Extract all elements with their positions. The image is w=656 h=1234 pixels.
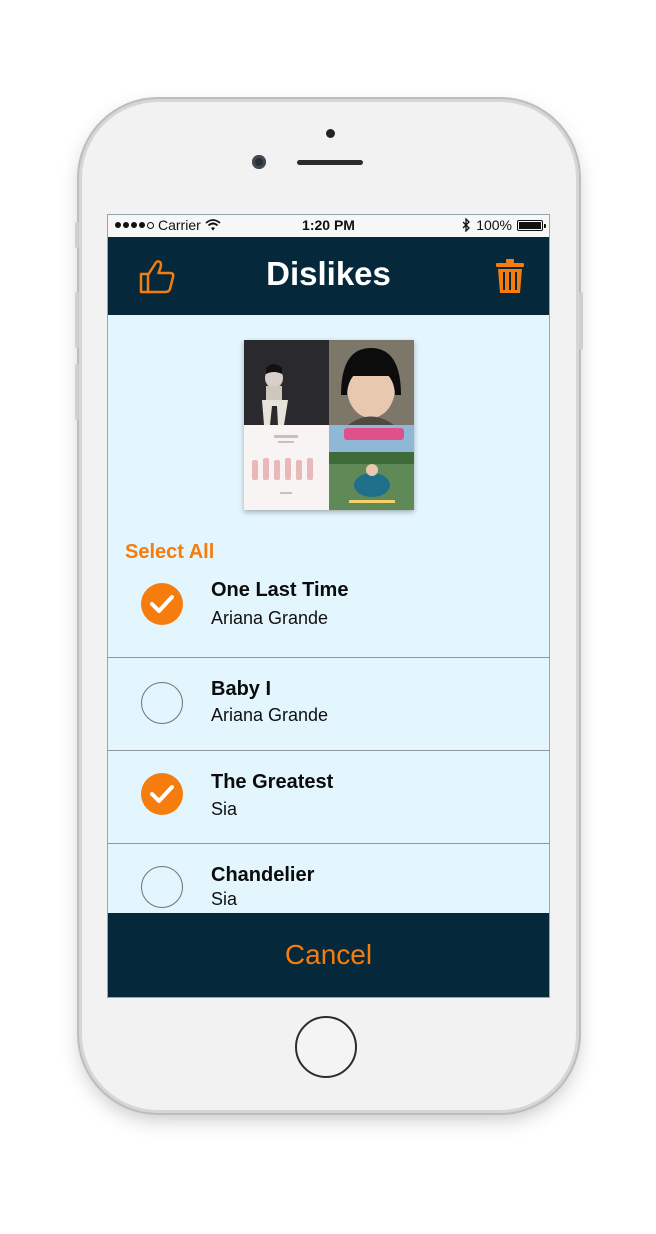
song-title: Baby I (211, 678, 272, 700)
song-title: The Greatest (211, 771, 334, 793)
song-artist: Ariana Grande (211, 705, 329, 725)
power-button (579, 292, 583, 350)
page-title: Dislikes (266, 255, 391, 292)
nav-bar: Dislikes (108, 237, 549, 315)
proximity-sensor (326, 129, 335, 138)
checkmark-icon (150, 595, 174, 613)
select-all-link[interactable]: Select All (125, 541, 214, 564)
volume-up-button (75, 292, 79, 348)
song-title: One Last Time (211, 579, 349, 601)
song-row[interactable]: One Last Time Ariana Grande (108, 565, 549, 658)
album-art-collage (244, 340, 414, 510)
bluetooth-icon (462, 218, 471, 232)
home-button[interactable] (295, 1016, 357, 1078)
front-camera (252, 155, 266, 169)
checkmark-icon (150, 785, 174, 803)
song-title: Chandelier (211, 864, 315, 886)
song-row[interactable]: The Greatest Sia (108, 751, 549, 844)
song-artist: Sia (211, 799, 238, 819)
unselected-checkbox[interactable] (141, 866, 183, 908)
app-screen: Carrier 1:20 PM 100% Dislikes Select All… (107, 214, 550, 998)
song-list: One Last Time Ariana Grande Baby I Arian… (108, 565, 549, 936)
battery-status: 100% (462, 217, 546, 233)
song-artist: Sia (211, 889, 238, 909)
cancel-bar[interactable]: Cancel (108, 913, 549, 997)
volume-down-button (75, 364, 79, 420)
status-bar: Carrier 1:20 PM 100% (108, 215, 549, 237)
selected-checkbox[interactable] (141, 773, 183, 815)
trash-icon[interactable] (495, 258, 525, 294)
earpiece-speaker (297, 160, 363, 165)
song-artist: Ariana Grande (211, 608, 329, 628)
mute-switch (75, 222, 79, 248)
battery-icon (517, 219, 546, 231)
battery-percent: 100% (476, 217, 512, 233)
cancel-button[interactable]: Cancel (285, 939, 372, 971)
song-row[interactable]: Baby I Ariana Grande (108, 658, 549, 751)
unselected-checkbox[interactable] (141, 682, 183, 724)
selected-checkbox[interactable] (141, 583, 183, 625)
